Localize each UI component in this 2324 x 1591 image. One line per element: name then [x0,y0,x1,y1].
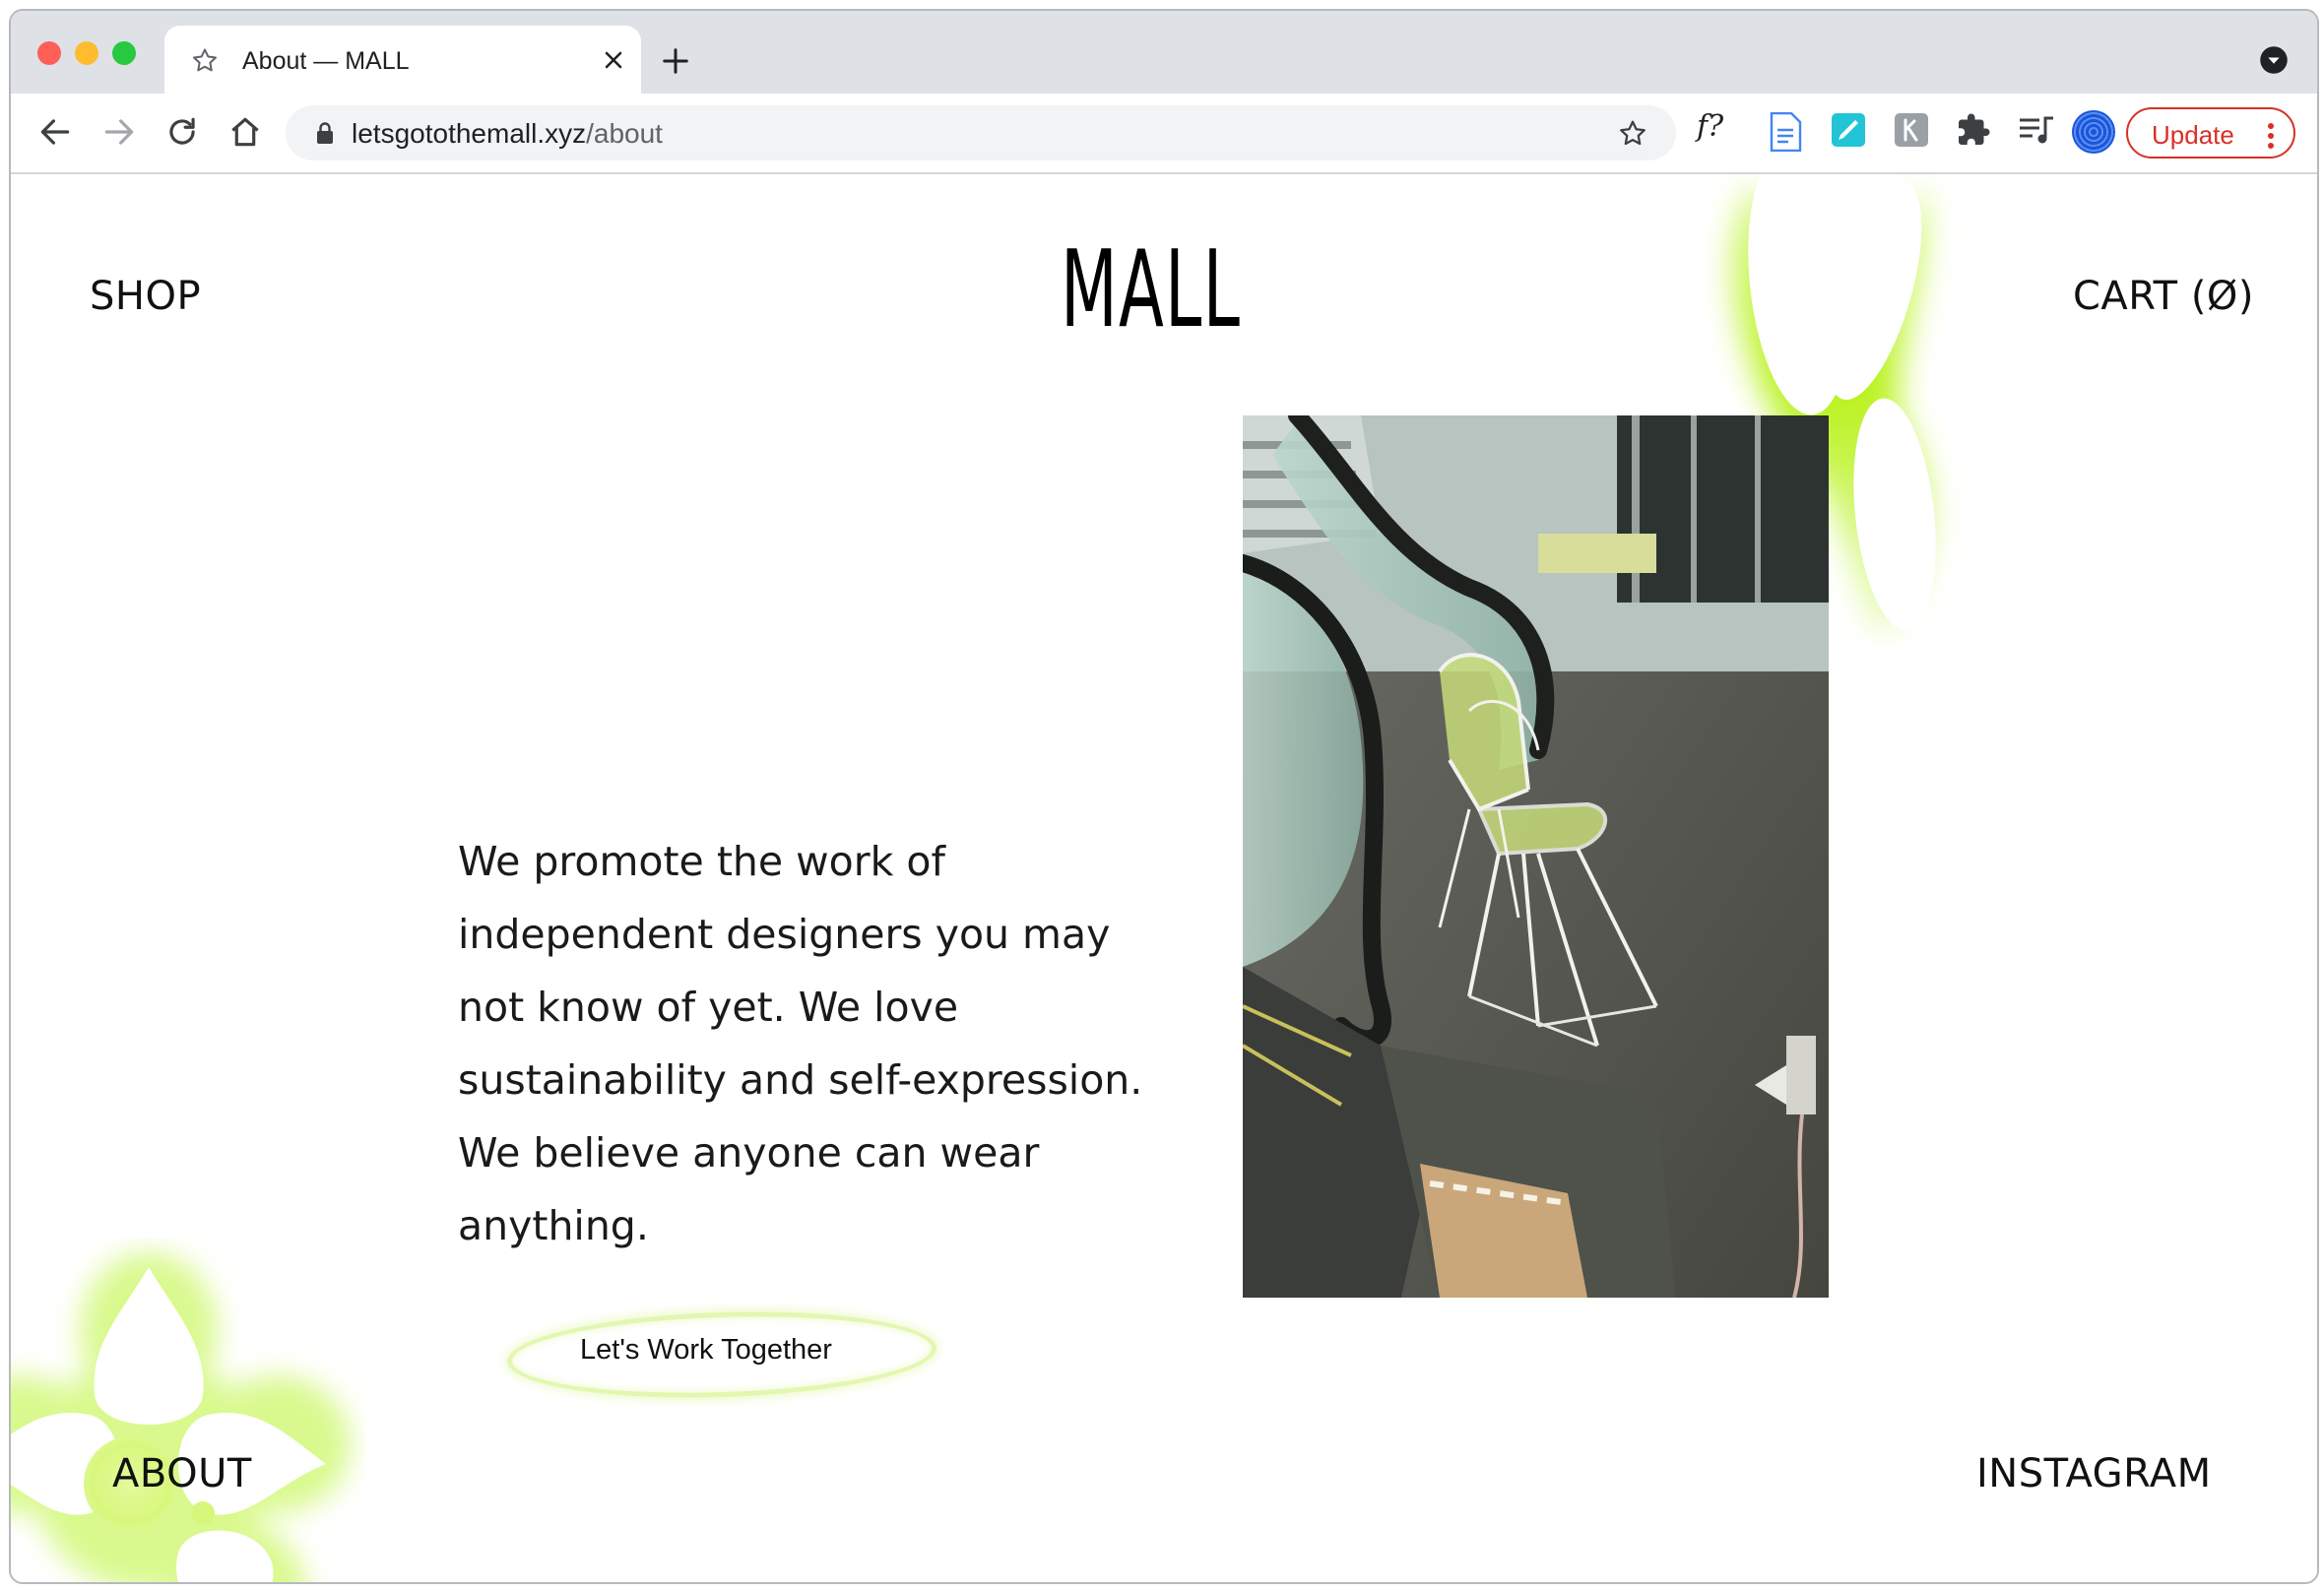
url-path: /about [586,118,663,149]
tab-strip: About — MALL [11,11,2317,94]
home-icon[interactable] [226,113,264,156]
pen-extension-icon[interactable] [1831,112,1866,153]
site-logo[interactable]: MALL [1061,237,1241,344]
maximize-window-button[interactable] [112,41,136,65]
nav-shop-link[interactable]: SHOP [90,274,201,319]
more-options-icon[interactable] [2266,121,2276,158]
reload-icon[interactable] [163,113,201,156]
bookmark-star-icon[interactable] [1617,118,1648,155]
tab-title: About — MALL [242,47,410,75]
docs-extension-icon[interactable] [1769,111,1802,157]
lock-icon[interactable] [315,121,335,150]
new-tab-button[interactable] [661,46,690,81]
browser-toolbar: letsgotothemall.xyz/about f? Update [11,94,2317,174]
nav-about-link[interactable]: ABOUT [112,1451,252,1496]
close-tab-icon[interactable] [602,48,625,77]
profile-avatar[interactable] [2072,110,2115,154]
browser-window: About — MALL letsgotothemall.xyz/about f… [9,9,2319,1584]
close-window-button[interactable] [37,41,61,65]
work-together-link[interactable]: Let's Work Together [580,1334,832,1367]
arrow-left-icon[interactable] [36,113,74,156]
intro-paragraph: We promote the work of independent desig… [458,838,1143,1249]
tab-about[interactable]: About — MALL [164,26,641,94]
nav-instagram-link[interactable]: INSTAGRAM [1976,1451,2212,1496]
tab-search-icon[interactable] [2259,45,2289,80]
url-text: letsgotothemall.xyz/about [352,118,663,150]
media-queue-icon[interactable] [2018,112,2055,153]
address-bar[interactable]: letsgotothemall.xyz/about [286,105,1676,160]
arrow-right-icon[interactable] [100,113,138,156]
grey-extension-icon[interactable] [1894,112,1929,153]
update-label: Update [2152,120,2234,150]
font-extension-icon[interactable]: f? [1697,109,1723,144]
page-content: SHOP MALL CART (Ø) We promote the work o… [11,174,2317,1582]
puzzle-icon[interactable] [1956,112,1991,153]
escalator-chair-photo [1243,415,1829,1298]
nav-cart-link[interactable]: CART (Ø) [2073,274,2254,319]
minimize-window-button[interactable] [75,41,98,65]
lime-flower-shape [11,1252,351,1582]
url-domain: letsgotothemall.xyz [352,118,587,149]
update-button[interactable]: Update [2126,107,2295,159]
star-icon [190,46,220,81]
